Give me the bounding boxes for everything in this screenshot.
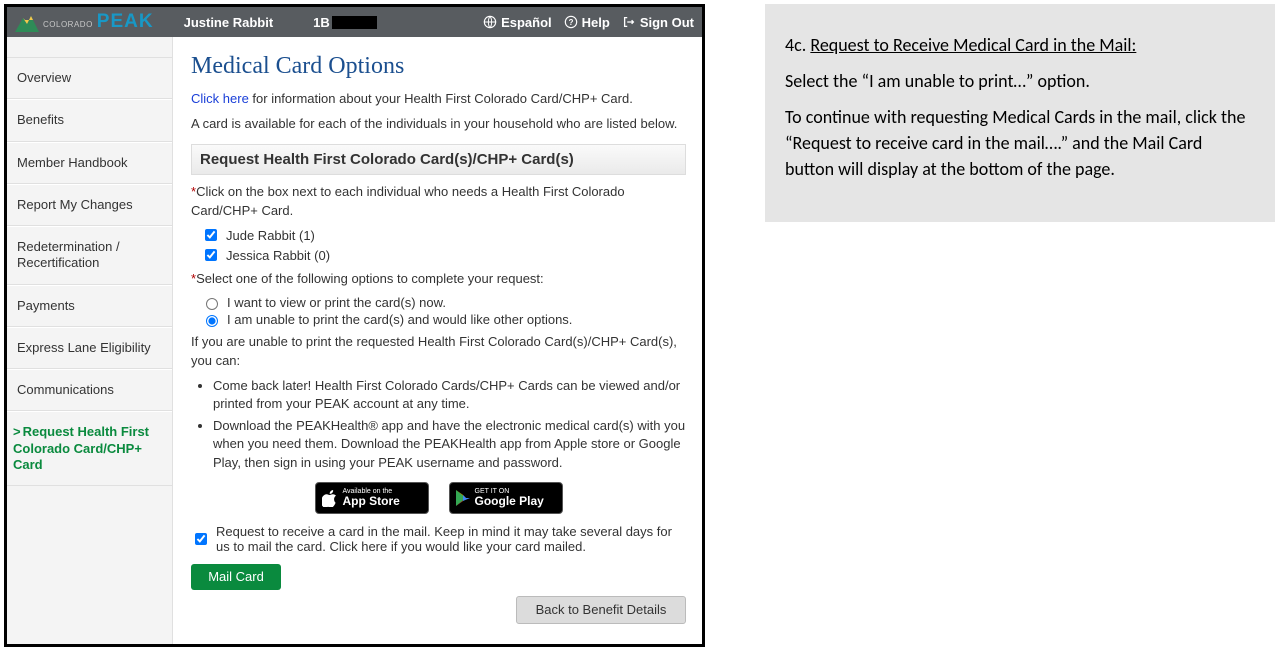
google-play-badge[interactable]: GET IT ON Google Play (449, 482, 563, 514)
logo-text: PEAK (97, 11, 154, 33)
radio-unable-print[interactable]: I am unable to print the card(s) and wou… (201, 312, 686, 327)
globe-icon (483, 15, 497, 29)
member-checkbox-1[interactable]: Jude Rabbit (1) (201, 226, 686, 244)
click-here-link[interactable]: Click here (191, 91, 249, 106)
logo-subtext: COLORADO (43, 20, 93, 29)
sidebar-item-report-changes[interactable]: Report My Changes (7, 184, 172, 226)
mountain-icon (15, 12, 39, 32)
apple-icon (322, 489, 338, 507)
app-store-badge[interactable]: Available on the App Store (315, 482, 429, 514)
instruction-p1: Select the “I am unable to print…” optio… (785, 68, 1255, 94)
sidebar-item-express-lane[interactable]: Express Lane Eligibility (7, 327, 172, 369)
unable-bullets: Come back later! Health First Colorado C… (213, 377, 686, 472)
mail-request-checkbox[interactable] (195, 533, 207, 545)
sidebar-item-payments[interactable]: Payments (7, 285, 172, 327)
play-icon (456, 490, 470, 506)
instruction-heading: 4c. Request to Receive Medical Card in t… (785, 32, 1255, 58)
peak-app-window: COLORADO PEAK Justine Rabbit 1B Español … (4, 4, 705, 647)
radio-unable-print-input[interactable] (206, 315, 218, 327)
bullet-2: Download the PEAKHealth® app and have th… (213, 417, 686, 472)
radio-print-now-input[interactable] (206, 298, 218, 310)
top-bar: COLORADO PEAK Justine Rabbit 1B Español … (7, 7, 702, 37)
sidebar-item-request-card[interactable]: >Request Health First Colorado Card/CHP+… (7, 411, 172, 486)
case-number: 1B (313, 15, 377, 30)
mail-card-button[interactable]: Mail Card (191, 564, 281, 590)
member-2-checkbox[interactable] (205, 249, 217, 261)
redacted-box (332, 16, 377, 29)
signout-icon (622, 15, 636, 29)
sidebar-item-benefits[interactable]: Benefits (7, 99, 172, 141)
instruction-p2: To continue with requesting Medical Card… (785, 104, 1255, 182)
radio-print-now[interactable]: I want to view or print the card(s) now. (201, 295, 686, 310)
sidebar-item-redetermination[interactable]: Redetermination / Recertification (7, 226, 172, 285)
chevron-right-icon: > (13, 424, 21, 439)
help-icon: ? (564, 15, 578, 29)
instruction-panel: 4c. Request to Receive Medical Card in t… (765, 4, 1275, 222)
bullet-1: Come back later! Health First Colorado C… (213, 377, 686, 413)
instruction-1: *Click on the box next to each individua… (191, 183, 686, 221)
page-title: Medical Card Options (191, 53, 686, 80)
request-heading: Request Health First Colorado Card(s)/CH… (191, 144, 686, 175)
sidebar-item-member-handbook[interactable]: Member Handbook (7, 142, 172, 184)
sidebar-item-overview[interactable]: Overview (7, 57, 172, 99)
unable-lead: If you are unable to print the requested… (191, 333, 686, 371)
sidebar-nav: Overview Benefits Member Handbook Report… (7, 37, 173, 644)
signout-link[interactable]: Sign Out (622, 15, 694, 30)
member-1-checkbox[interactable] (205, 229, 217, 241)
svg-text:?: ? (568, 18, 573, 27)
user-name: Justine Rabbit (184, 15, 274, 30)
availability-text: A card is available for each of the indi… (191, 115, 686, 134)
sidebar-item-communications[interactable]: Communications (7, 369, 172, 411)
peak-logo: COLORADO PEAK (15, 11, 154, 33)
instruction-2: *Select one of the following options to … (191, 270, 686, 289)
back-to-benefit-button[interactable]: Back to Benefit Details (516, 596, 686, 624)
help-link[interactable]: ? Help (564, 15, 610, 30)
mail-request-checkbox-row[interactable]: Request to receive a card in the mail. K… (191, 524, 686, 554)
info-line: Click here for information about your He… (191, 90, 686, 109)
store-badges: Available on the App Store GET IT ON Goo… (191, 482, 686, 514)
member-checkbox-2[interactable]: Jessica Rabbit (0) (201, 246, 686, 264)
espanol-link[interactable]: Español (483, 15, 552, 30)
main-content: Medical Card Options Click here for info… (173, 37, 702, 644)
